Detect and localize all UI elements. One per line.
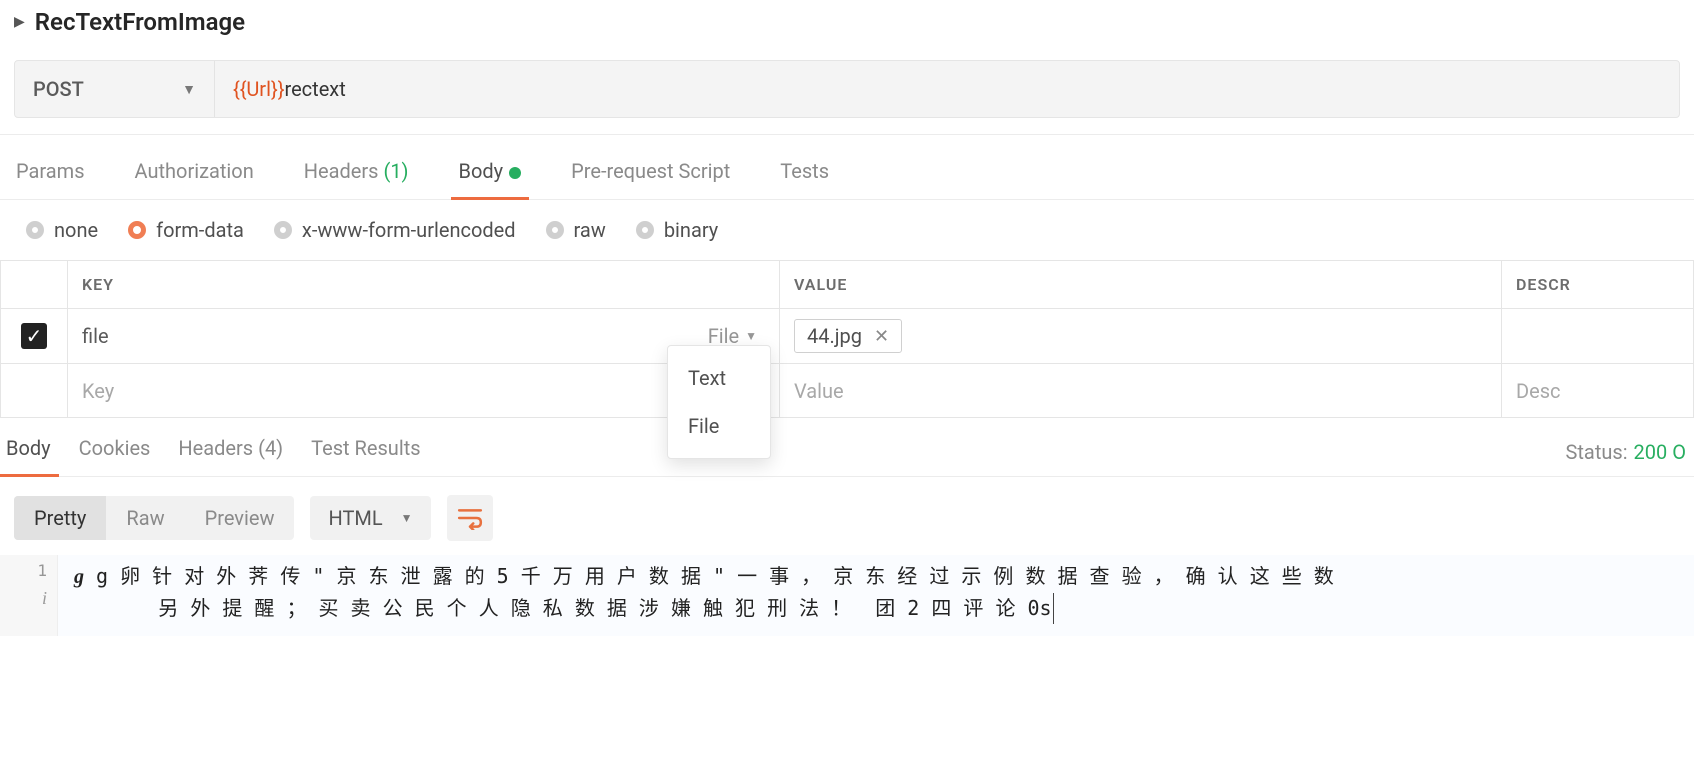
wrap-lines-button[interactable] xyxy=(447,495,493,541)
code-content[interactable]: g g 卵 针 对 外 荠 传 " 京 东 泄 露 的 5 千 万 用 户 数 … xyxy=(58,555,1694,636)
format-label: HTML xyxy=(328,506,382,530)
tab-tests[interactable]: Tests xyxy=(778,151,831,199)
body-type-selector: none form-data x-www-form-urlencoded raw… xyxy=(0,200,1694,260)
radio-none[interactable]: none xyxy=(26,218,98,242)
info-icon: i xyxy=(6,588,47,609)
request-url-bar: POST ▼ {{Url}}rectext xyxy=(14,60,1680,118)
header-description: DESCR xyxy=(1502,261,1694,309)
type-dropdown-menu: Text File xyxy=(667,345,771,459)
radio-raw[interactable]: raw xyxy=(546,218,606,242)
header-value: VALUE xyxy=(780,261,1502,309)
line-gutter: 1 i xyxy=(0,555,58,636)
row-checkbox-cell[interactable]: ✓ xyxy=(0,309,68,364)
tab-authorization[interactable]: Authorization xyxy=(133,151,256,199)
view-raw[interactable]: Raw xyxy=(106,496,184,540)
row-value-cell[interactable]: Value xyxy=(780,364,1502,418)
url-path: rectext xyxy=(284,77,345,101)
response-section: Body Cookies Headers (4) Test Results St… xyxy=(0,418,1694,477)
response-body: 1 i g g 卵 针 对 外 荠 传 " 京 东 泄 露 的 5 千 万 用 … xyxy=(0,555,1694,636)
http-method-select[interactable]: POST ▼ xyxy=(15,61,215,117)
row-value-cell[interactable]: 44.jpg ✕ xyxy=(780,309,1502,364)
response-tab-test-results[interactable]: Test Results xyxy=(309,428,422,476)
view-mode-group: Pretty Raw Preview xyxy=(14,496,294,540)
http-method-label: POST xyxy=(33,77,84,101)
table-row: ✓ file File ▼ Text File 44.jpg ✕ xyxy=(0,309,1694,364)
remove-file-icon[interactable]: ✕ xyxy=(874,326,889,347)
collapse-caret-icon[interactable]: ▶ xyxy=(14,14,25,30)
response-tab-body[interactable]: Body xyxy=(4,428,53,476)
response-tab-headers[interactable]: Headers (4) xyxy=(176,428,285,476)
body-modified-indicator xyxy=(509,167,521,179)
chevron-down-icon: ▼ xyxy=(745,329,757,343)
url-variable: {{Url}} xyxy=(233,77,284,101)
row-key-cell[interactable]: file File ▼ Text File xyxy=(68,309,780,364)
chevron-down-icon: ▼ xyxy=(401,511,413,525)
line-number: 1 xyxy=(37,561,47,580)
radio-urlencoded[interactable]: x-www-form-urlencoded xyxy=(274,218,516,242)
row-checkbox-cell xyxy=(0,364,68,418)
view-pretty[interactable]: Pretty xyxy=(14,496,106,540)
request-title-row: ▶ RecTextFromImage xyxy=(14,8,1680,36)
table-row-new: Key Value Desc xyxy=(0,364,1694,418)
response-toolbar: Pretty Raw Preview HTML ▼ xyxy=(0,477,1694,555)
request-title: RecTextFromImage xyxy=(35,8,245,36)
menu-item-text[interactable]: Text xyxy=(668,354,770,402)
response-status: Status: 200 O xyxy=(1566,440,1694,464)
wrap-icon xyxy=(457,506,483,530)
tab-params[interactable]: Params xyxy=(14,151,87,199)
form-data-table: KEY VALUE DESCR ✓ file File ▼ Text File … xyxy=(0,260,1694,418)
radio-binary[interactable]: binary xyxy=(636,218,718,242)
key-value: file xyxy=(82,324,109,348)
menu-item-file[interactable]: File xyxy=(668,402,770,450)
status-code: 200 O xyxy=(1634,440,1686,464)
radio-form-data[interactable]: form-data xyxy=(128,218,244,242)
radio-icon xyxy=(128,221,146,239)
header-checkbox-col xyxy=(0,261,68,309)
radio-icon xyxy=(274,221,292,239)
view-preview[interactable]: Preview xyxy=(185,496,295,540)
radio-icon xyxy=(26,221,44,239)
radio-icon xyxy=(546,221,564,239)
tab-headers[interactable]: Headers (1) xyxy=(302,151,411,199)
row-description-cell[interactable] xyxy=(1502,309,1694,364)
tab-body[interactable]: Body xyxy=(457,151,524,199)
response-tab-cookies[interactable]: Cookies xyxy=(77,428,153,476)
format-select[interactable]: HTML ▼ xyxy=(310,496,430,540)
radio-icon xyxy=(636,221,654,239)
request-tabs: Params Authorization Headers (1) Body Pr… xyxy=(0,135,1694,200)
chevron-down-icon: ▼ xyxy=(182,81,196,98)
file-name: 44.jpg xyxy=(807,324,862,348)
row-description-cell[interactable]: Desc xyxy=(1502,364,1694,418)
header-key: KEY xyxy=(68,261,780,309)
checkbox-icon: ✓ xyxy=(21,323,47,349)
tab-pre-request[interactable]: Pre-request Script xyxy=(569,151,732,199)
status-label: Status: xyxy=(1566,440,1628,464)
url-input[interactable]: {{Url}}rectext xyxy=(215,61,1679,117)
file-chip: 44.jpg ✕ xyxy=(794,319,902,353)
